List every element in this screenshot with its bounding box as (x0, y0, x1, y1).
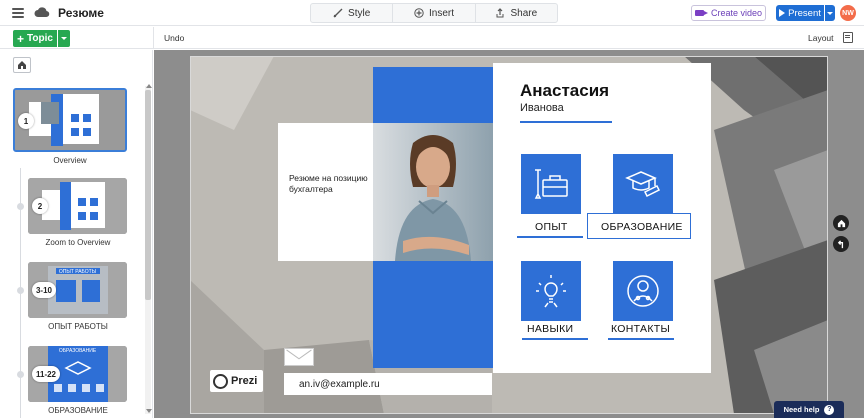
sidebar-item-education[interactable]: ОБРАЗОВАНИЕ 11-22 (28, 346, 127, 402)
slide-number-badge: 2 (32, 198, 48, 214)
tab-style-label: Style (348, 7, 371, 19)
lightbulb-icon (536, 275, 566, 308)
tab-share[interactable]: Share (476, 4, 557, 22)
need-help-button[interactable]: Need help ? (774, 401, 844, 418)
need-help-label: Need help (783, 405, 820, 414)
present-options-button[interactable] (825, 5, 835, 21)
profile-photo (373, 123, 493, 261)
help-icon: ? (824, 404, 835, 415)
sidebar-item-zoom-to-overview[interactable]: 2 (28, 178, 127, 234)
editor-canvas[interactable]: Резюме на позицию бухгалтера Анастасия И… (154, 50, 864, 418)
first-name-heading[interactable]: Анастасия (520, 81, 609, 101)
sidebar-item-label: Overview (53, 156, 87, 165)
present-label: Present (788, 7, 821, 19)
topic-options-button[interactable] (58, 30, 70, 47)
education-tile[interactable] (613, 154, 673, 214)
label-underline (517, 236, 583, 238)
sidebar-item-label: ОПЫТ РАБОТЫ (48, 322, 108, 331)
top-bar: Резюме Style Insert Share Create video P… (0, 0, 864, 26)
envelope-icon (284, 348, 314, 366)
topic-label: Topic (27, 33, 53, 44)
tree-dot (17, 287, 24, 294)
scrollbar-thumb[interactable] (145, 90, 151, 300)
notes-icon[interactable] (843, 32, 853, 43)
section-label-contacts[interactable]: КОНТАКТЫ (611, 323, 670, 335)
tab-style[interactable]: Style (311, 4, 394, 22)
video-camera-icon (694, 10, 708, 16)
tree-dot (17, 203, 24, 210)
add-topic-button[interactable]: + Topic (13, 30, 57, 47)
label-underline (522, 338, 588, 340)
create-video-button[interactable]: Create video (691, 5, 766, 21)
cloud-icon (34, 7, 50, 18)
experience-tile[interactable] (521, 154, 581, 214)
play-icon (779, 9, 786, 17)
chevron-down-icon (61, 37, 67, 40)
label-underline (608, 338, 674, 340)
tree-dot (17, 371, 24, 378)
undo-button[interactable]: Undo (164, 33, 184, 43)
back-arrow-icon (837, 239, 843, 248)
present-button[interactable]: Present (776, 5, 824, 21)
sidebar-item-label: ОБРАЗОВАНИЕ (48, 406, 108, 415)
home-icon (837, 219, 845, 227)
section-label-skills[interactable]: НАВЫКИ (527, 323, 573, 335)
prezi-logo: Prezi (210, 370, 263, 392)
graduation-cap-icon (625, 171, 661, 198)
scroll-down-arrow[interactable] (146, 409, 152, 413)
chevron-down-icon (827, 11, 833, 15)
layout-button[interactable]: Layout (808, 33, 834, 43)
skills-tile[interactable] (521, 261, 581, 321)
tab-insert-label: Insert (428, 7, 454, 19)
editor-tabs: Style Insert Share (310, 3, 558, 23)
plus-icon: + (17, 31, 25, 46)
name-underline (520, 121, 612, 123)
canvas-back-button[interactable] (833, 236, 849, 252)
slide-number-badge: 1 (18, 113, 34, 129)
tab-share-label: Share (510, 7, 538, 19)
share-icon (496, 8, 504, 18)
section-label-education[interactable]: ОБРАЗОВАНИЕ (601, 221, 683, 233)
intro-text[interactable]: Резюме на позицию бухгалтера (289, 173, 379, 195)
slide-number-badge: 3-10 (32, 282, 56, 298)
sidebar-item-experience[interactable]: ОПЫТ РАБОТЫ 3-10 (28, 262, 127, 318)
contacts-tile[interactable] (613, 261, 673, 321)
prezi-logo-mark (213, 373, 228, 389)
divider (153, 27, 154, 49)
thumbnail-title: ОБРАЗОВАНИЕ (58, 348, 97, 354)
avatar[interactable]: NW (840, 5, 856, 21)
scroll-up-arrow[interactable] (146, 84, 152, 88)
home-button[interactable] (13, 57, 31, 73)
presentation-title[interactable]: Резюме (58, 6, 104, 20)
sidebar-item-label: Zoom to Overview (45, 238, 111, 247)
sidebar-item-overview[interactable]: 1 (13, 88, 127, 152)
plus-icon (414, 8, 424, 18)
prezi-logo-text: Prezi (231, 375, 258, 387)
menu-icon[interactable] (12, 8, 24, 18)
toolbox-icon (534, 169, 568, 199)
contact-icon (627, 275, 659, 307)
slide-number-badge: 11-22 (32, 366, 60, 382)
sidebar-scrollbar[interactable] (145, 86, 151, 414)
canvas-home-button[interactable] (833, 215, 849, 231)
home-icon (18, 61, 26, 69)
topic-sidebar: 1 Overview 2 Zoom to Overview ОПЫТ РАБОТ… (0, 50, 153, 418)
section-label-experience[interactable]: ОПЫТ (535, 221, 568, 233)
brush-icon (333, 8, 343, 18)
email-text[interactable]: an.iv@example.ru (299, 379, 380, 390)
last-name-text[interactable]: Иванова (520, 102, 564, 114)
tab-insert[interactable]: Insert (393, 4, 476, 22)
create-video-label: Create video (710, 8, 763, 18)
thumbnail-title: ОПЫТ РАБОТЫ (58, 269, 97, 275)
sub-toolbar: + Topic Undo Layout (0, 27, 864, 49)
